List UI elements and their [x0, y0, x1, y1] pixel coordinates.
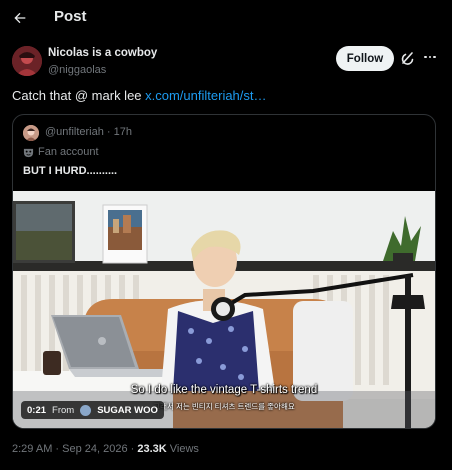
quote-handle-time[interactable]: @unfilteriah · 17h: [45, 126, 132, 138]
video-duration: 0:21: [27, 404, 47, 416]
video-player[interactable]: So I do like the vintage T-shirts trend …: [13, 191, 435, 428]
video-source[interactable]: SUGAR WOO: [97, 405, 158, 416]
follow-button[interactable]: Follow: [336, 46, 394, 71]
quote-avatar[interactable]: [23, 125, 39, 141]
quote-text: BUT I HURD..........: [23, 165, 118, 177]
grok-icon[interactable]: [400, 50, 416, 66]
video-subtitle-english: So I do like the vintage T-shirts trend: [130, 384, 318, 396]
page-title: Post: [54, 8, 87, 25]
quoted-post[interactable]: @unfilteriah · 17h Fan account BUT I HUR…: [12, 114, 436, 429]
avatar[interactable]: [12, 46, 42, 76]
author-name[interactable]: Nicolas is a cowboy: [48, 47, 157, 59]
views-label: Views: [166, 443, 199, 455]
fan-account-text: Fan account: [38, 146, 99, 158]
video-from-label: From: [52, 404, 75, 416]
post-link[interactable]: x.com/unfilteriah/st…: [145, 88, 266, 103]
more-icon[interactable]: [422, 49, 438, 65]
author-handle[interactable]: @niggaolas: [48, 64, 106, 76]
post-body: Catch that @ mark lee x.com/unfilteriah/…: [12, 88, 267, 103]
post-author: Nicolas is a cowboy @niggaolas Follow: [12, 44, 440, 80]
post-metadata: 2:29 AM · Sep 24, 2026 · 23.3K Views: [12, 443, 199, 455]
post-timestamp[interactable]: 2:29 AM · Sep 24, 2026 ·: [12, 443, 137, 455]
top-bar: Post: [0, 0, 452, 36]
source-avatar-icon: [80, 404, 92, 416]
views-count: 23.3K: [137, 443, 167, 455]
fan-mask-icon: [23, 147, 34, 158]
back-arrow-icon[interactable]: [10, 8, 30, 28]
video-info-badge[interactable]: 0:21 From SUGAR WOO: [21, 401, 164, 419]
post-text: Catch that @ mark lee: [12, 88, 146, 103]
fan-account-label: Fan account: [23, 146, 99, 158]
